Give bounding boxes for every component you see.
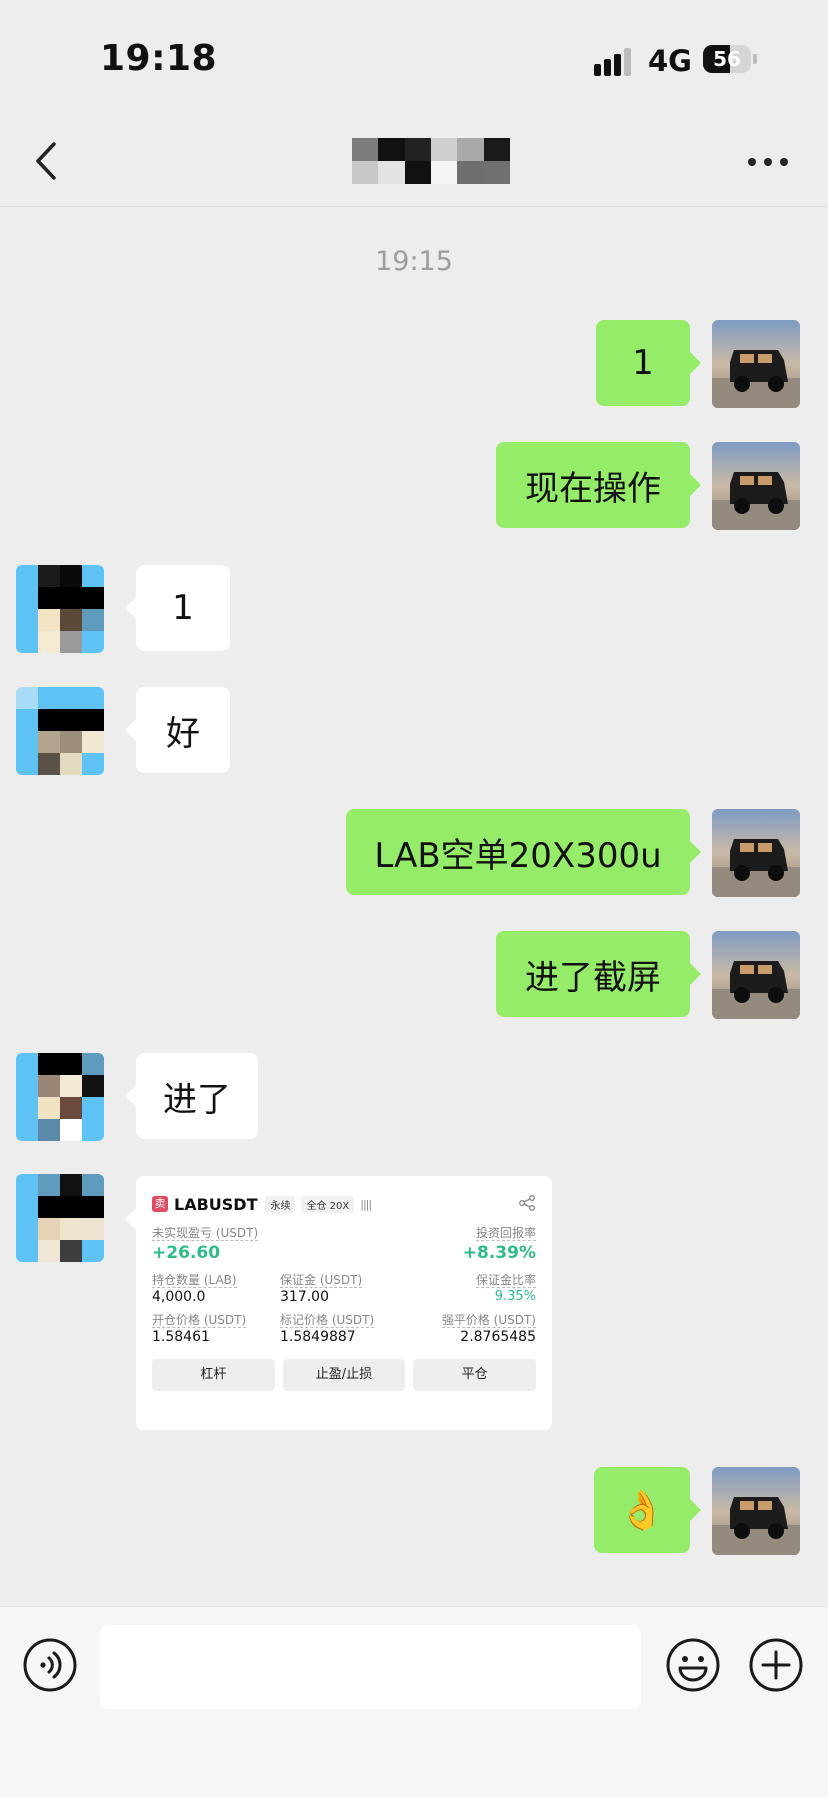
contact-avatar[interactable] [16,687,104,775]
symbol: LABUSDT [174,1194,258,1214]
message-bubble-outgoing[interactable]: 现在操作 [496,442,701,528]
liquidation-price-value: 2.8765485 [460,1329,536,1345]
position-size-value: 4,000.0 [152,1289,206,1305]
battery-icon: 56 [703,45,751,73]
entry-price-label: 开仓价格 (USDT) [152,1313,247,1328]
chat-timestamp: 19:15 [375,246,453,277]
emoji-button[interactable] [665,1637,721,1693]
car-photo-icon [712,931,800,1019]
car-photo-icon [712,442,800,530]
car-photo-icon [712,1467,800,1555]
my-avatar[interactable] [712,931,800,1019]
message-bubble-outgoing[interactable]: 进了截屏 [496,931,701,1017]
signal-icon [594,48,636,76]
margin-ratio-label: 保证金比率 [475,1273,536,1288]
input-bar [0,1606,828,1797]
chat-title-blurred [352,138,510,184]
battery-tip [753,54,757,64]
position-card-header: 卖 LABUSDT 永续 全仓 20X |||| [152,1192,536,1216]
unrealized-pnl-label: 未实现盈亏 (USDT) [152,1226,259,1241]
position-details-row: 持仓数量 (LAB) 4,000.0 保证金 (USDT) 317.00 保证金… [152,1271,536,1305]
voice-icon [23,1638,77,1692]
message-bubble-incoming[interactable]: 1 [125,565,230,651]
contact-avatar[interactable] [16,565,104,653]
plus-icon [749,1638,803,1692]
my-avatar[interactable] [712,320,800,408]
position-actions: 杠杆 止盈/止损 平仓 [152,1359,536,1391]
message-bubble-incoming[interactable]: 进了 [125,1053,258,1139]
position-size-label: 持仓数量 (LAB) [152,1273,237,1288]
pnl-row: 未实现盈亏 (USDT) +26.60 投资回报率 +8.39% [152,1224,536,1263]
position-card[interactable]: 卖 LABUSDT 永续 全仓 20X |||| 未实现盈亏 (USDT) +2… [125,1176,552,1430]
margin-ratio-value: 9.35% [494,1289,536,1304]
liquidation-price-label: 强平价格 (USDT) [441,1313,536,1328]
voice-input-button[interactable] [22,1637,78,1693]
chat-header [0,118,828,207]
battery-percent: 56 [713,47,741,71]
my-avatar[interactable] [712,809,800,897]
message-bubble-incoming[interactable]: 好 [125,687,230,773]
my-avatar[interactable] [712,442,800,530]
margin-label: 保证金 (USDT) [280,1273,363,1288]
price-details-row: 开仓价格 (USDT) 1.58461 标记价格 (USDT) 1.584988… [152,1311,536,1345]
message-bubble-outgoing[interactable]: 1 [596,320,701,406]
close-position-button[interactable]: 平仓 [413,1359,536,1391]
sell-badge: 卖 [152,1196,168,1212]
mark-price-value: 1.5849887 [280,1329,356,1345]
unrealized-pnl-value: +26.60 [152,1243,221,1263]
perpetual-tag: 永续 [265,1195,296,1213]
margin-value: 317.00 [280,1289,329,1305]
contact-avatar[interactable] [16,1174,104,1262]
car-photo-icon [712,809,800,897]
my-avatar[interactable] [712,1467,800,1555]
more-options-button[interactable] [748,158,788,168]
more-functions-button[interactable] [748,1637,804,1693]
tp-sl-button[interactable]: 止盈/止损 [282,1359,406,1391]
message-bubble-outgoing[interactable]: 👌 [594,1467,701,1553]
message-bubble-outgoing[interactable]: LAB空单20X300u [346,809,701,895]
adl-indicator: |||| [360,1197,372,1211]
smiley-icon [666,1638,720,1692]
roi-value: +8.39% [462,1243,536,1263]
margin-mode-tag: 全仓 20X [301,1195,355,1213]
back-button[interactable] [30,136,64,186]
roi-label: 投资回报率 [475,1226,536,1241]
message-input[interactable] [100,1625,641,1709]
mark-price-label: 标记价格 (USDT) [280,1313,375,1328]
entry-price-value: 1.58461 [152,1329,210,1345]
status-time: 19:18 [100,38,218,79]
share-icon[interactable] [518,1194,536,1212]
chevron-left-icon [36,142,56,180]
contact-avatar[interactable] [16,1053,104,1141]
network-type: 4G [648,44,692,78]
leverage-button[interactable]: 杠杆 [152,1359,275,1391]
status-bar: 19:18 4G 56 [0,0,828,118]
car-photo-icon [712,320,800,408]
